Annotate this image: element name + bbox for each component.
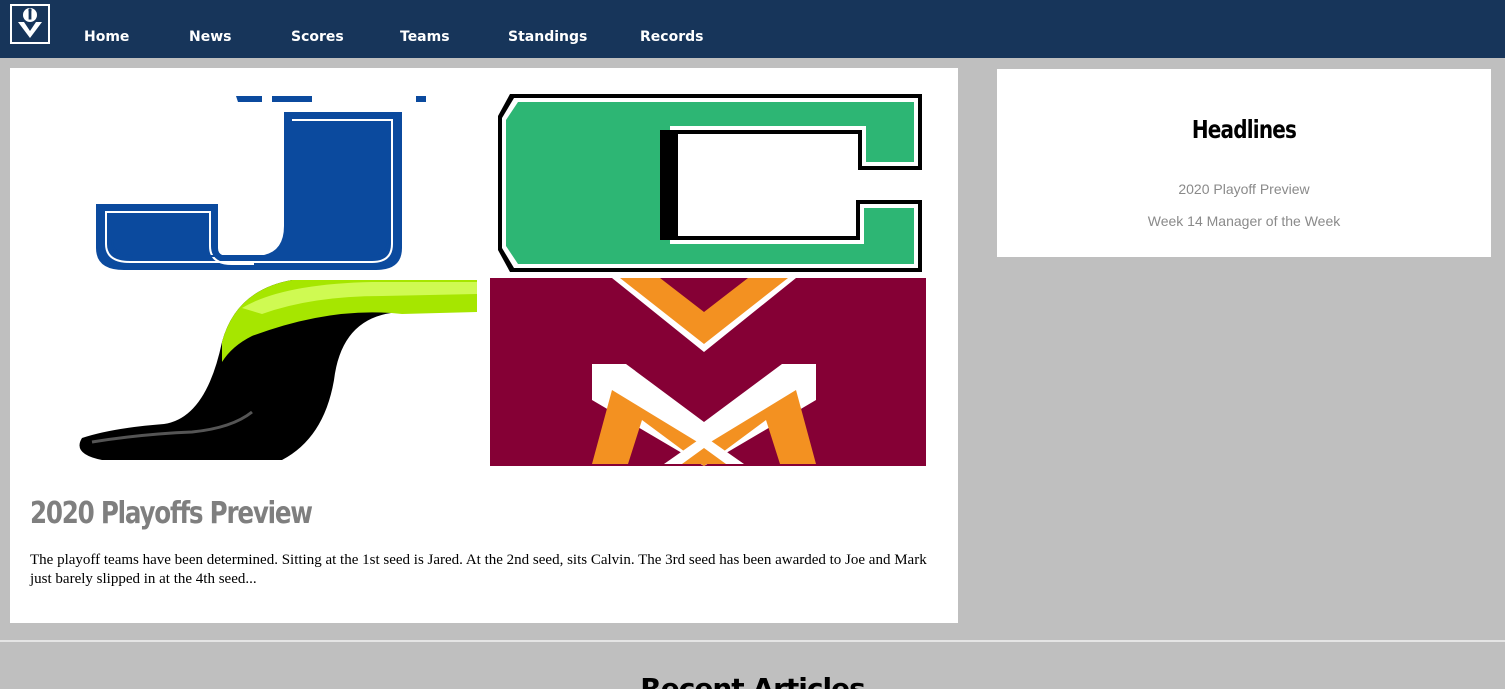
- recent-articles-title: Recent Articles: [640, 672, 866, 689]
- nav-standings[interactable]: Standings: [508, 29, 587, 45]
- team-logos-collage-icon[interactable]: [72, 90, 927, 470]
- nav-home[interactable]: Home: [84, 29, 129, 45]
- nav-scores[interactable]: Scores: [291, 29, 344, 45]
- featured-article-excerpt: The playoff teams have been determined. …: [30, 552, 927, 587]
- nav-teams[interactable]: Teams: [400, 29, 450, 45]
- headlines-title: Headlines: [1191, 115, 1297, 144]
- top-navigation-bar: Home News Scores Teams Standings Records: [0, 0, 1505, 58]
- headline-link-playoff-preview[interactable]: 2020 Playoff Preview: [997, 181, 1491, 197]
- league-shield-logo-icon[interactable]: [10, 4, 50, 44]
- nav-records[interactable]: Records: [640, 29, 703, 45]
- section-divider: [0, 640, 1505, 642]
- headlines-panel: Headlines 2020 Playoff Preview Week 14 M…: [997, 69, 1491, 257]
- headline-link-manager-of-week[interactable]: Week 14 Manager of the Week: [997, 213, 1491, 229]
- featured-article-card: 2020 Playoffs Preview The playoff teams …: [10, 68, 958, 623]
- featured-article-title[interactable]: 2020 Playoffs Preview: [30, 496, 313, 531]
- nav-news[interactable]: News: [189, 29, 231, 45]
